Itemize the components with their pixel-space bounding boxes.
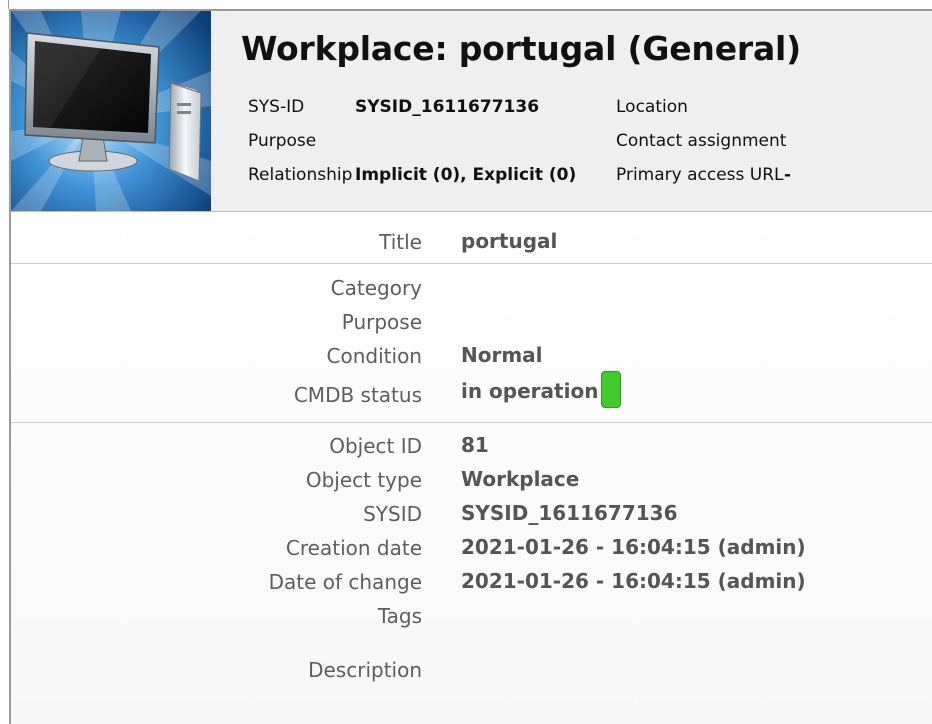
category-label: Category <box>330 276 422 300</box>
cmdb-status-label: CMDB status <box>293 383 422 407</box>
condition-label: Condition <box>326 344 422 368</box>
cmdb-status-value: in operation <box>461 379 599 403</box>
creation-date-label: Creation date <box>285 536 422 560</box>
cmdb-status-indicator <box>601 371 621 408</box>
frame-corner <box>0 0 9 9</box>
object-view: Workplace: portugal (General) SYS-ID SYS… <box>9 9 932 724</box>
sys-id-value: SYSID_1611677136 <box>355 97 540 117</box>
purpose-field-label: Purpose <box>341 310 422 334</box>
sys-id-label: SYS-ID <box>248 97 305 117</box>
object-id-label: Object ID <box>329 434 422 458</box>
condition-value: Normal <box>461 343 543 367</box>
title-label: Title <box>379 230 422 254</box>
contact-assignment-label: Contact assignment <box>616 131 787 151</box>
object-type-label: Object type <box>305 468 422 492</box>
title-value: portugal <box>461 229 558 253</box>
sysid-label: SYSID <box>363 502 422 526</box>
tags-label: Tags <box>377 604 422 628</box>
location-label: Location <box>616 97 688 117</box>
object-header: Workplace: portugal (General) SYS-ID SYS… <box>11 11 932 212</box>
date-of-change-value: 2021-01-26 - 16:04:15 (admin) <box>461 569 806 593</box>
purpose-label: Purpose <box>248 131 317 151</box>
primary-access-url-label: Primary access URL <box>616 165 784 185</box>
date-of-change-label: Date of change <box>268 570 422 594</box>
object-id-value: 81 <box>461 433 489 457</box>
page-title: Workplace: portugal (General) <box>241 29 802 68</box>
creation-date-value: 2021-01-26 - 16:04:15 (admin) <box>461 535 806 559</box>
workplace-computer-icon <box>11 11 211 211</box>
object-type-value: Workplace <box>461 467 580 491</box>
relationship-label: Relationship <box>248 165 353 185</box>
sysid-value: SYSID_1611677136 <box>461 501 678 525</box>
section-divider <box>11 263 932 264</box>
section-divider <box>11 422 932 423</box>
primary-access-url-value: - <box>784 165 792 185</box>
relationship-value[interactable]: Implicit (0), Explicit (0) <box>355 165 576 185</box>
description-label: Description <box>308 658 422 682</box>
object-details: Title portugal Category Purpose Conditio… <box>11 212 932 724</box>
